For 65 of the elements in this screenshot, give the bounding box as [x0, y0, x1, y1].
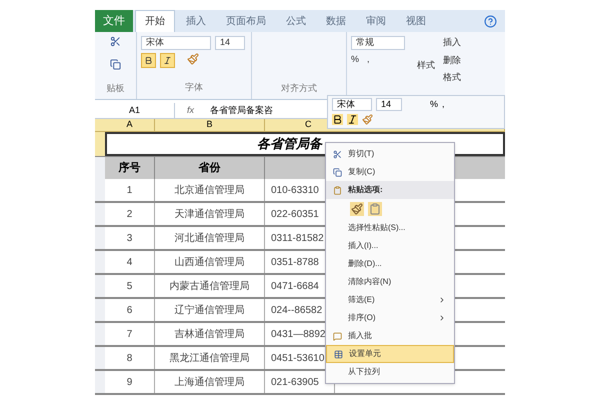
- ribbon-tab[interactable]: 插入: [177, 10, 215, 32]
- comment-icon: [332, 332, 342, 340]
- help-icon[interactable]: [484, 15, 497, 28]
- table-cell: 6: [105, 299, 155, 321]
- table-cell: 上海通信管理局: [155, 371, 265, 393]
- group-label: 对齐方式: [281, 82, 317, 94]
- ribbon-tab[interactable]: 视图: [397, 10, 435, 32]
- table-cell: 8: [105, 347, 155, 369]
- column-header[interactable]: A: [105, 119, 155, 131]
- column-header[interactable]: B: [155, 119, 265, 131]
- comma-button[interactable]: ,: [367, 53, 370, 66]
- cut-icon: [332, 150, 342, 158]
- menu-item[interactable]: 粘贴选项:: [326, 181, 454, 199]
- formula-field[interactable]: 各省管局备案咨: [206, 104, 278, 118]
- cells-button[interactable]: 格式: [443, 71, 461, 84]
- table-cell: 3: [105, 227, 155, 249]
- group-label: 字体: [185, 81, 203, 94]
- paste-option-icon[interactable]: [368, 202, 382, 216]
- copy-icon[interactable]: [110, 58, 121, 70]
- table-cell: 山西通信管理局: [155, 251, 265, 273]
- table-cell: 内蒙古通信管理局: [155, 275, 265, 297]
- cut-icon[interactable]: [110, 36, 121, 47]
- ribbon-tab[interactable]: 页面布局: [217, 10, 275, 32]
- italic-icon[interactable]: [347, 114, 358, 124]
- table-cell: 4: [105, 251, 155, 273]
- table-cell: 5: [105, 275, 155, 297]
- table-cell: 吉林通信管理局: [155, 323, 265, 345]
- bold-icon[interactable]: [332, 114, 343, 124]
- ribbon-tab[interactable]: 公式: [277, 10, 315, 32]
- ribbon-tab[interactable]: 审阅: [357, 10, 395, 32]
- percent-button[interactable]: %: [430, 98, 438, 112]
- paste-icon: [332, 186, 342, 194]
- table-cell: 9: [105, 371, 155, 393]
- table-cell: 2: [105, 203, 155, 225]
- ribbon-tab[interactable]: 开始: [135, 10, 175, 32]
- styles-button[interactable]: 样式: [417, 58, 435, 72]
- font-size-field[interactable]: 14: [376, 98, 402, 112]
- font-size-field[interactable]: 14: [215, 36, 245, 50]
- menu-item[interactable]: 设置单元: [326, 345, 454, 363]
- number-format-field[interactable]: 常规: [351, 36, 405, 50]
- table-cell: 黑龙江通信管理局: [155, 347, 265, 369]
- italic-button[interactable]: [160, 53, 175, 68]
- file-tab[interactable]: 文件: [95, 10, 133, 32]
- name-box[interactable]: A1: [95, 103, 175, 118]
- cells-button[interactable]: 删除: [443, 54, 461, 67]
- table-cell: 北京通信管理局: [155, 179, 265, 201]
- table-cell: 辽宁通信管理局: [155, 299, 265, 321]
- table-cell: 河北通信管理局: [155, 227, 265, 249]
- table-cell: 1: [105, 179, 155, 201]
- percent-button[interactable]: %: [351, 53, 360, 66]
- font-name-field[interactable]: 宋体: [332, 98, 372, 112]
- table-cell: 天津通信管理局: [155, 203, 265, 225]
- copy-icon: [332, 168, 342, 176]
- menu-item[interactable]: 复制(C): [326, 163, 454, 181]
- ribbon-tab[interactable]: 数据: [317, 10, 355, 32]
- group-label: 贴板: [106, 82, 124, 94]
- table-cell: 7: [105, 323, 155, 345]
- bold-button[interactable]: [141, 53, 156, 68]
- font-name-field[interactable]: 宋体: [141, 36, 211, 50]
- header-cell: 省份: [155, 157, 265, 179]
- table-format-icon: [334, 350, 342, 358]
- function-button[interactable]: fx: [175, 104, 206, 118]
- cells-button[interactable]: 插入: [443, 36, 461, 50]
- paste-option-icon[interactable]: [350, 202, 364, 216]
- header-cell: 序号: [105, 157, 155, 179]
